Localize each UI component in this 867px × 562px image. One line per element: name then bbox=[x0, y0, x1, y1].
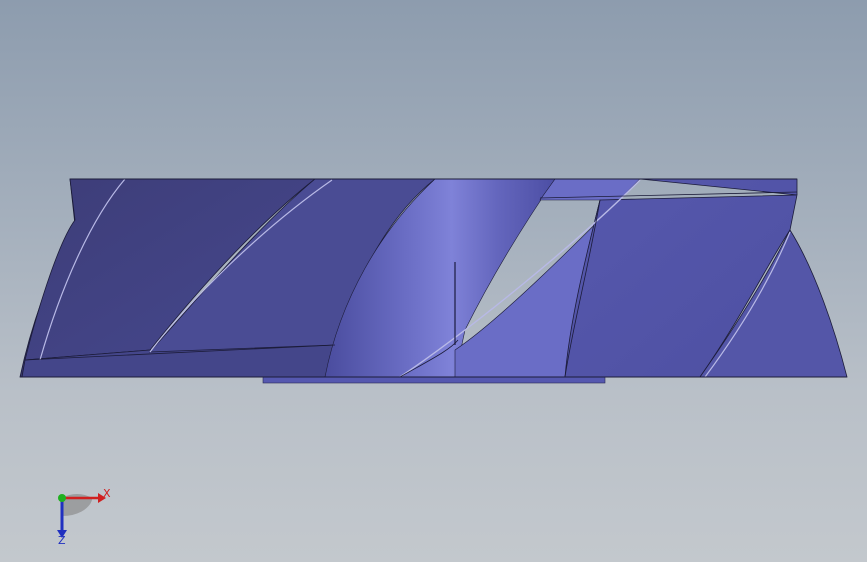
axis-triad: X Z bbox=[57, 487, 111, 547]
impeller-model[interactable] bbox=[0, 0, 867, 562]
z-axis-label: Z bbox=[58, 534, 66, 547]
graphics-viewport[interactable]: X Z bbox=[0, 0, 867, 562]
y-axis-dot bbox=[58, 494, 66, 502]
x-axis-label: X bbox=[103, 487, 111, 500]
